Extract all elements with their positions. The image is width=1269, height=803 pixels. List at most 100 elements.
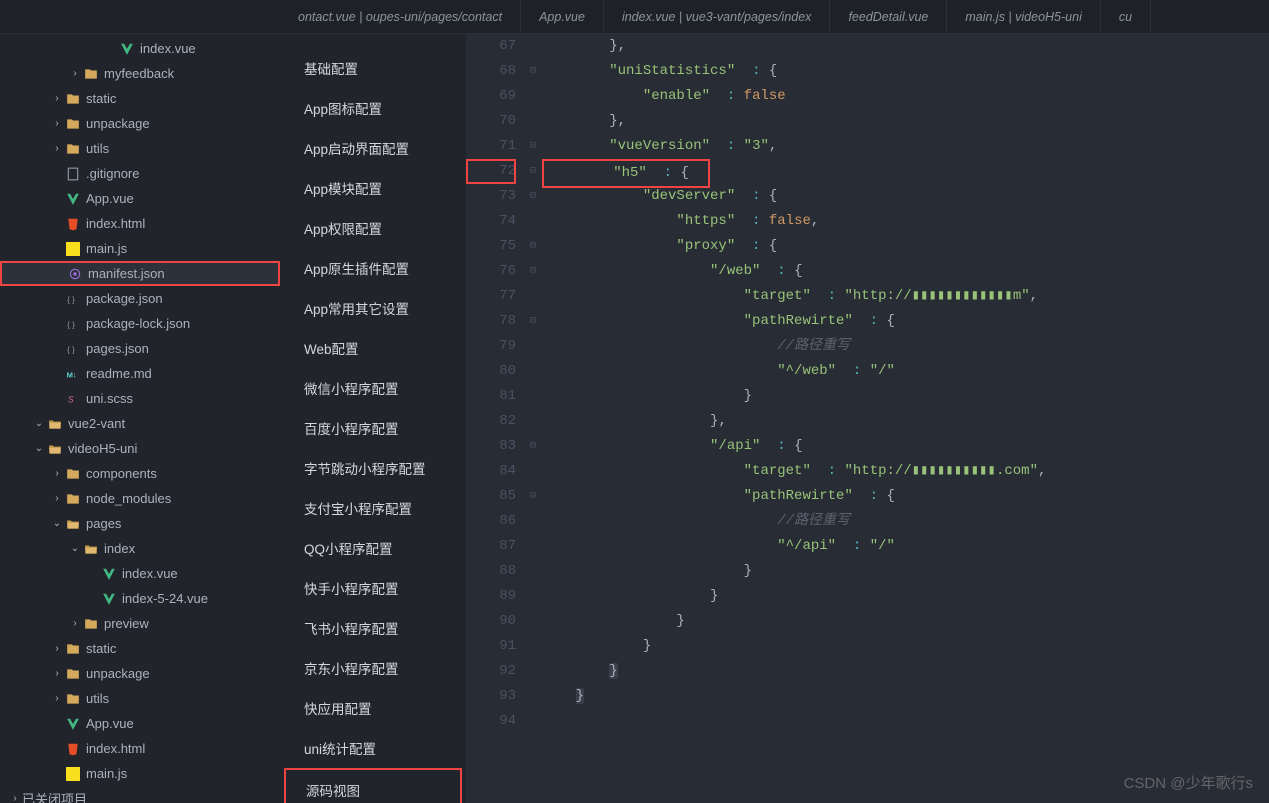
folder-item[interactable]: index (0, 536, 280, 561)
chevron-right-icon[interactable] (50, 93, 64, 104)
config-item[interactable]: 飞书小程序配置 (280, 608, 466, 648)
config-item[interactable]: 京东小程序配置 (280, 648, 466, 688)
readme-icon: M↓ (64, 367, 82, 381)
chevron-down-icon[interactable] (68, 543, 82, 554)
config-item[interactable]: App权限配置 (280, 208, 466, 248)
config-item[interactable]: 快应用配置 (280, 688, 466, 728)
folder-item[interactable]: static (0, 636, 280, 661)
chevron-right-icon[interactable] (68, 68, 82, 79)
config-item[interactable]: App常用其它设置 (280, 288, 466, 328)
svg-text:M↓: M↓ (67, 370, 77, 379)
file-item[interactable]: main.js (0, 236, 280, 261)
file-item[interactable]: index.vue (0, 561, 280, 586)
chevron-right-icon[interactable] (50, 493, 64, 504)
chevron-down-icon[interactable] (32, 443, 46, 454)
closed-projects-section[interactable]: 已关闭项目 (0, 786, 280, 803)
chevron-right-icon[interactable] (50, 668, 64, 679)
file-item[interactable]: index.html (0, 736, 280, 761)
config-item[interactable]: 微信小程序配置 (280, 368, 466, 408)
config-item[interactable]: Web配置 (280, 328, 466, 368)
fold-icon[interactable] (530, 166, 536, 177)
config-item[interactable]: App模块配置 (280, 168, 466, 208)
tab[interactable]: feedDetail.vue (830, 0, 947, 33)
svg-text:{ }: { } (67, 345, 75, 354)
file-item[interactable]: index.html (0, 211, 280, 236)
file-item[interactable]: manifest.json (0, 261, 280, 286)
tab[interactable]: cu (1101, 0, 1151, 33)
tab[interactable]: ontact.vue | oupes-uni/pages/contact (280, 0, 521, 33)
folder-item[interactable]: videoH5-uni (0, 436, 280, 461)
fold-icon[interactable] (530, 316, 536, 327)
fold-icon[interactable] (530, 441, 536, 452)
file-item[interactable]: index-5-24.vue (0, 586, 280, 611)
config-item[interactable]: QQ小程序配置 (280, 528, 466, 568)
config-item[interactable]: 支付宝小程序配置 (280, 488, 466, 528)
config-item[interactable]: 基础配置 (280, 48, 466, 88)
chevron-right-icon[interactable] (50, 693, 64, 704)
folder-item[interactable]: node_modules (0, 486, 280, 511)
vue-icon (100, 592, 118, 606)
watermark: CSDN @少年歌行s (1124, 772, 1253, 793)
chevron-right-icon[interactable] (50, 143, 64, 154)
chevron-right-icon[interactable] (50, 643, 64, 654)
vue-icon (64, 192, 82, 206)
config-item[interactable]: App启动界面配置 (280, 128, 466, 168)
config-item[interactable]: 百度小程序配置 (280, 408, 466, 448)
fold-icon[interactable] (530, 491, 536, 502)
tab[interactable]: main.js | videoH5-uni (947, 0, 1101, 33)
config-item-source-view[interactable]: 源码视图 (284, 768, 462, 803)
config-item[interactable]: 字节跳动小程序配置 (280, 448, 466, 488)
tree-label: unpackage (86, 116, 280, 131)
config-item[interactable]: App图标配置 (280, 88, 466, 128)
file-item[interactable]: M↓readme.md (0, 361, 280, 386)
folder-item[interactable]: utils (0, 686, 280, 711)
tab[interactable]: index.vue | vue3-vant/pages/index (604, 0, 830, 33)
file-item[interactable]: main.js (0, 761, 280, 786)
file-item[interactable]: { }package-lock.json (0, 311, 280, 336)
file-item[interactable]: index.vue (0, 36, 280, 61)
fold-icon[interactable] (530, 66, 536, 77)
fold-column[interactable] (524, 34, 542, 803)
folder-item[interactable]: pages (0, 511, 280, 536)
folder-item[interactable]: components (0, 461, 280, 486)
chevron-right-icon[interactable] (50, 468, 64, 479)
file-item[interactable]: { }pages.json (0, 336, 280, 361)
file-explorer[interactable]: index.vuemyfeedbackstaticunpackageutils.… (0, 34, 280, 803)
fold-icon[interactable] (530, 191, 536, 202)
code-editor[interactable]: 6768697071727374757677787980818283848586… (466, 34, 1269, 803)
chevron-right-icon[interactable] (68, 618, 82, 629)
fold-icon[interactable] (530, 266, 536, 277)
folder-item[interactable]: unpackage (0, 111, 280, 136)
chevron-down-icon[interactable] (50, 518, 64, 529)
folder-item[interactable]: utils (0, 136, 280, 161)
file-item[interactable]: App.vue (0, 711, 280, 736)
chevron-down-icon[interactable] (32, 418, 46, 429)
folder-icon (64, 467, 82, 481)
scss-icon: S (64, 392, 82, 406)
tree-label: utils (86, 141, 280, 156)
manifest-config-panel[interactable]: 基础配置App图标配置App启动界面配置App模块配置App权限配置App原生插… (280, 34, 466, 803)
tree-label: manifest.json (88, 266, 278, 281)
tree-label: App.vue (86, 716, 280, 731)
tree-label: package.json (86, 291, 280, 306)
folderopen-icon (46, 442, 64, 456)
main-layout: index.vuemyfeedbackstaticunpackageutils.… (0, 34, 1269, 803)
folder-item[interactable]: vue2-vant (0, 411, 280, 436)
chevron-right-icon[interactable] (50, 118, 64, 129)
folder-item[interactable]: myfeedback (0, 61, 280, 86)
code-content[interactable]: }, "uniStatistics" : { "enable" : false … (542, 34, 1269, 803)
file-item[interactable]: .gitignore (0, 161, 280, 186)
tab[interactable]: App.vue (521, 0, 604, 33)
folder-item[interactable]: static (0, 86, 280, 111)
folder-item[interactable]: unpackage (0, 661, 280, 686)
fold-icon[interactable] (530, 241, 536, 252)
file-item[interactable]: App.vue (0, 186, 280, 211)
file-item[interactable]: Suni.scss (0, 386, 280, 411)
fold-icon[interactable] (530, 141, 536, 152)
folder-icon (64, 92, 82, 106)
config-item[interactable]: 快手小程序配置 (280, 568, 466, 608)
config-item[interactable]: App原生插件配置 (280, 248, 466, 288)
folder-item[interactable]: preview (0, 611, 280, 636)
file-item[interactable]: { }package.json (0, 286, 280, 311)
config-item[interactable]: uni统计配置 (280, 728, 466, 768)
